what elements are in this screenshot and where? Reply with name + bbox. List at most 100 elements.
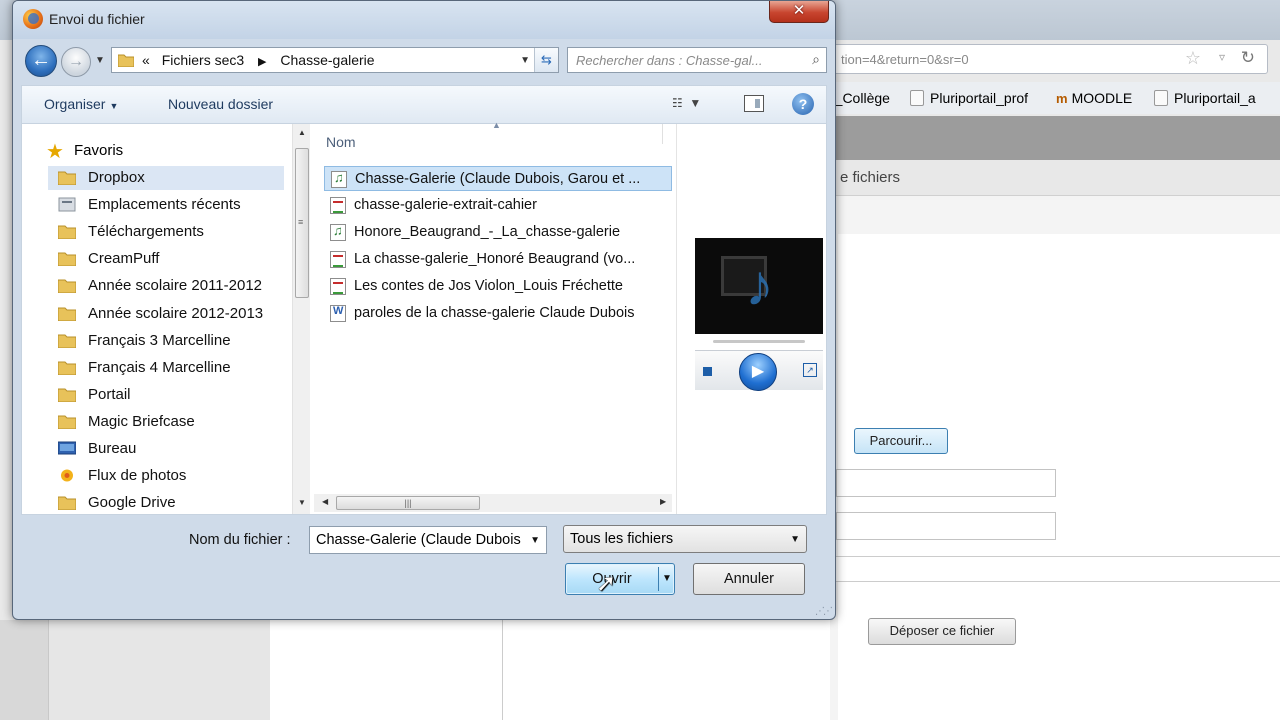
file-row[interactable]: Les contes de Jos Violon_Louis Fréchette bbox=[324, 274, 672, 299]
file-list-scrollbar[interactable]: ◀ ||| ▶ bbox=[314, 494, 672, 512]
back-arrow-icon[interactable]: ← bbox=[25, 45, 57, 77]
sidebar-item-label: Français 3 Marcelline bbox=[88, 331, 231, 349]
bookmark-pluriportail-prof[interactable]: Pluriportail_prof bbox=[910, 90, 1028, 106]
sidebar-item-ann-e-scolaire-2011-2012[interactable]: Année scolaire 2011-2012 bbox=[48, 274, 284, 298]
breadcrumb-item-chasse-galerie[interactable]: Chasse-galerie bbox=[280, 52, 374, 68]
form-separator bbox=[830, 556, 1280, 582]
author-field[interactable] bbox=[836, 512, 1056, 540]
dialog-titlebar[interactable]: Envoi du fichier ✕ bbox=[13, 1, 835, 39]
file-row[interactable]: La chasse-galerie_Honoré Beaugrand (vo..… bbox=[324, 247, 672, 272]
sort-ascending-icon: ▲ bbox=[492, 120, 501, 130]
chevron-down-icon[interactable]: ▼ bbox=[530, 535, 540, 546]
file-row[interactable]: chasse-galerie-extrait-cahier bbox=[324, 193, 672, 218]
sidebar-item-portail[interactable]: Portail bbox=[48, 383, 284, 407]
upload-file-button[interactable]: Déposer ce fichier bbox=[868, 618, 1016, 645]
pdf-file-icon bbox=[330, 197, 346, 214]
view-options-icon[interactable]: ☷ ▼ bbox=[672, 96, 701, 110]
sidebar-item-dropbox[interactable]: Dropbox bbox=[48, 166, 284, 190]
file-row[interactable]: Honore_Beaugrand_-_La_chasse-galerie bbox=[324, 220, 672, 245]
scroll-left-icon[interactable]: ◀ bbox=[322, 497, 328, 506]
scroll-right-icon[interactable]: ▶ bbox=[660, 497, 666, 506]
favorites-header[interactable]: ★ Favoris bbox=[36, 141, 123, 163]
filename-field[interactable]: Chasse-Galerie (Claude Dubois ▼ bbox=[309, 526, 547, 554]
play-icon[interactable]: ▶ bbox=[739, 353, 777, 391]
file-type-select[interactable]: Tous les fichiers ▼ bbox=[563, 525, 807, 553]
folder-icon bbox=[58, 252, 76, 267]
sidebar-item-label: Google Drive bbox=[88, 494, 176, 512]
sidebar-item-bureau[interactable]: Bureau bbox=[48, 437, 284, 461]
folder-icon bbox=[58, 415, 76, 429]
sidebar-item-t-l-chargements[interactable]: Téléchargements bbox=[48, 220, 284, 244]
scroll-up-icon[interactable]: ▲ bbox=[298, 128, 306, 137]
folder-icon bbox=[58, 361, 76, 375]
open-button[interactable]: Ouvrir ▼ bbox=[565, 563, 675, 595]
chevron-down-icon: ▼ bbox=[109, 101, 119, 111]
sidebar-item-label: Téléchargements bbox=[88, 223, 204, 241]
navigation-pane: ★ Favoris Dropbox Emplacements récents Tél… bbox=[22, 124, 292, 514]
navigation-scrollbar[interactable]: ▲ ≡ ▼ bbox=[292, 124, 310, 514]
split-divider bbox=[658, 567, 659, 591]
preview-pane-icon[interactable] bbox=[744, 95, 764, 112]
bookmark-pluriportail-a[interactable]: Pluriportail_a bbox=[1154, 90, 1256, 106]
open-options-dropdown-icon[interactable]: ▼ bbox=[662, 573, 672, 584]
sidebar-item-label: Français 4 Marcelline bbox=[88, 358, 231, 376]
reload-icon[interactable]: ↻ bbox=[1241, 48, 1255, 68]
forward-arrow-icon[interactable]: → bbox=[61, 47, 91, 77]
file-name: paroles de la chasse-galerie Claude Dubo… bbox=[354, 305, 635, 321]
search-icon[interactable]: ⌕ bbox=[812, 51, 820, 68]
chevron-down-icon[interactable]: ▿ bbox=[1219, 50, 1225, 64]
breadcrumb-item-fichiers-sec3[interactable]: Fichiers sec3 bbox=[162, 52, 244, 68]
search-input[interactable]: Rechercher dans : Chasse-gal... ⌕ bbox=[567, 47, 827, 73]
bookmark-star-icon[interactable]: ☆ bbox=[1185, 48, 1201, 69]
pdf-file-icon bbox=[330, 278, 346, 295]
resize-grip-icon[interactable]: ⋰⋰ bbox=[815, 606, 833, 617]
sidebar-item-label: Emplacements récents bbox=[88, 196, 241, 214]
close-button[interactable]: ✕ bbox=[769, 1, 829, 23]
sidebar-item-fran-ais-3-marcelline[interactable]: Français 3 Marcelline bbox=[48, 329, 284, 353]
sidebar-item-google-drive[interactable]: Google Drive bbox=[48, 491, 284, 514]
file-row[interactable]: paroles de la chasse-galerie Claude Dubo… bbox=[324, 301, 672, 326]
pdf-file-icon bbox=[330, 251, 346, 268]
sidebar-item-flux-de-photos[interactable]: Flux de photos bbox=[48, 464, 284, 488]
scrollbar-thumb[interactable]: ||| bbox=[336, 496, 480, 510]
bookmark-college[interactable]: r_Collège bbox=[830, 90, 890, 106]
sidebar-item-emplacements-r-cents[interactable]: Emplacements récents bbox=[48, 193, 284, 217]
bookmarks-bar: r_Collège Pluriportail_prof m MOODLE Plur… bbox=[830, 82, 1280, 114]
divider bbox=[502, 620, 503, 720]
breadcrumb-separator-icon[interactable]: ▶ bbox=[258, 56, 266, 68]
bookmark-moodle[interactable]: m MOODLE bbox=[1056, 90, 1132, 106]
browse-button[interactable]: Parcourir... bbox=[854, 428, 948, 454]
sidebar-item-label: Bureau bbox=[88, 440, 137, 457]
new-folder-button[interactable]: Nouveau dossier bbox=[168, 96, 273, 112]
column-divider[interactable] bbox=[662, 124, 663, 144]
column-header-name[interactable]: Nom bbox=[326, 134, 356, 150]
sidebar-item-fran-ais-4-marcelline[interactable]: Français 4 Marcelline bbox=[48, 356, 284, 380]
page-center-area bbox=[270, 620, 830, 720]
recent-locations-dropdown[interactable]: ▼ bbox=[95, 55, 105, 66]
file-row[interactable]: Chasse-Galerie (Claude Dubois, Garou et … bbox=[324, 166, 672, 191]
cancel-button[interactable]: Annuler bbox=[693, 563, 805, 595]
google-drive-folder-icon bbox=[58, 496, 76, 511]
breadcrumb-overflow[interactable]: « bbox=[142, 52, 150, 68]
file-name: La chasse-galerie_Honoré Beaugrand (vo..… bbox=[354, 251, 636, 267]
title-field[interactable] bbox=[836, 469, 1056, 497]
sidebar-item-magic-briefcase[interactable]: Magic Briefcase bbox=[48, 410, 284, 434]
help-icon[interactable]: ? bbox=[792, 93, 814, 115]
left-column-inner bbox=[48, 620, 270, 720]
chevron-down-icon: ▼ bbox=[790, 534, 800, 545]
stop-icon[interactable] bbox=[703, 367, 712, 376]
file-open-dialog: Envoi du fichier ✕ ← → ▼ « Fichiers sec3… bbox=[12, 0, 836, 620]
refresh-icon[interactable]: ⇆ bbox=[534, 48, 558, 72]
scroll-down-icon[interactable]: ▼ bbox=[298, 498, 306, 507]
sidebar-item-label: Dropbox bbox=[88, 169, 145, 186]
address-bar[interactable]: « Fichiers sec3 ▶ Chasse-galerie ▼ ⇆ bbox=[111, 47, 559, 73]
sidebar-item-creampuff[interactable]: CreamPuff bbox=[48, 247, 284, 271]
browser-url-bar[interactable]: tion=4&return=0&sr=0 ☆ ▿ ↻ bbox=[830, 44, 1268, 74]
seek-bar[interactable] bbox=[713, 340, 805, 343]
media-controls: ▶ ↗ bbox=[695, 350, 823, 391]
sidebar-item-ann-e-scolaire-2012-2013[interactable]: Année scolaire 2012-2013 bbox=[48, 302, 284, 326]
preview-pane: ♪ ▶ ↗ bbox=[676, 124, 826, 514]
organize-button[interactable]: Organiser ▼ bbox=[44, 96, 118, 112]
address-dropdown-icon[interactable]: ▼ bbox=[520, 55, 530, 66]
popout-icon[interactable]: ↗ bbox=[803, 363, 817, 377]
